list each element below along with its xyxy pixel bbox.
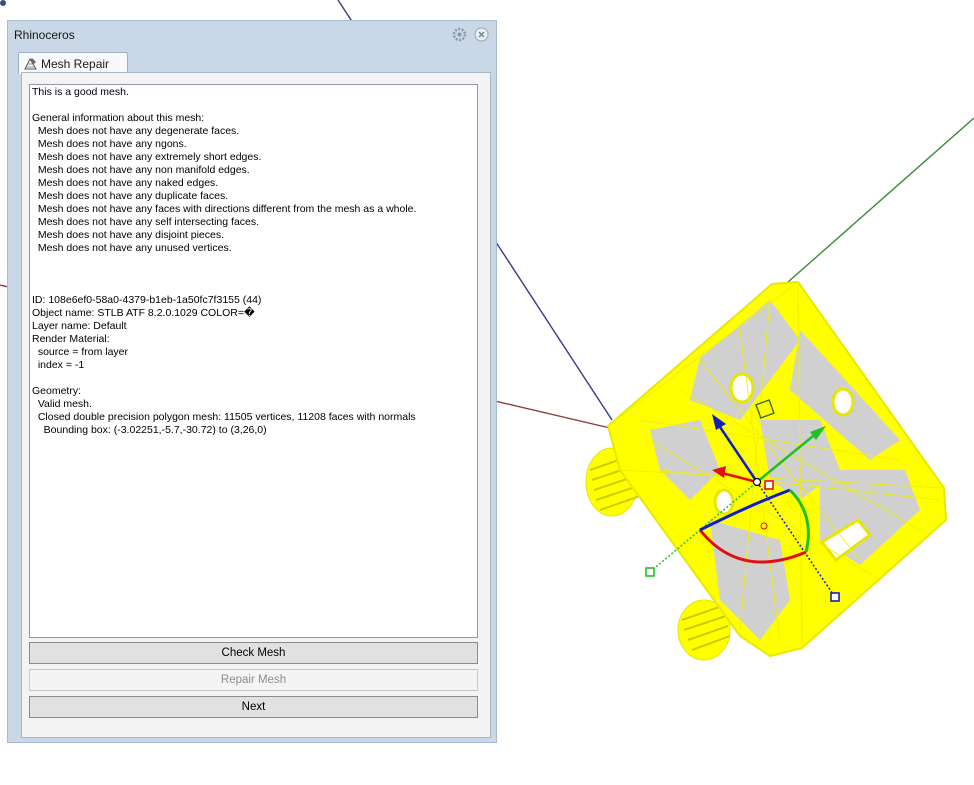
report-line: index = -1 bbox=[32, 359, 85, 371]
check-mesh-button[interactable]: Check Mesh bbox=[29, 642, 478, 664]
tab-label: Mesh Repair bbox=[41, 57, 110, 71]
report-line: This is a good mesh. bbox=[32, 86, 129, 98]
close-icon[interactable] bbox=[474, 27, 489, 42]
report-line: Mesh does not have any naked edges. bbox=[32, 177, 219, 189]
panel-content: This is a good mesh. General information … bbox=[21, 72, 491, 738]
report-line: Mesh does not have any self intersecting… bbox=[32, 216, 260, 228]
gumball-red-handle[interactable] bbox=[764, 480, 774, 490]
gumball-origin[interactable] bbox=[752, 477, 762, 487]
yellow-mesh-object[interactable] bbox=[585, 280, 948, 661]
report-line: Mesh does not have any ngons. bbox=[32, 138, 187, 150]
report-line: Bounding box: (-3.02251,-5.7,-30.72) to … bbox=[32, 424, 267, 436]
report-line bbox=[32, 99, 475, 112]
report-line: Mesh does not have any disjoint pieces. bbox=[32, 229, 225, 241]
report-line bbox=[32, 268, 475, 281]
gumball-blue-handle[interactable] bbox=[830, 592, 840, 602]
report-line bbox=[32, 372, 475, 385]
report-line: ID: 108e6ef0-58a0-4379-b1eb-1a50fc7f3155… bbox=[32, 294, 262, 306]
report-line bbox=[32, 255, 475, 268]
report-line: Geometry: bbox=[32, 385, 82, 397]
mesh-repair-icon bbox=[24, 57, 37, 70]
report-line: source = from layer bbox=[32, 346, 128, 358]
report-line: General information about this mesh: bbox=[32, 112, 205, 124]
report-line: Render Material: bbox=[32, 333, 110, 345]
gear-icon[interactable] bbox=[452, 27, 467, 42]
panel-title: Rhinoceros bbox=[14, 28, 75, 42]
report-line: Mesh does not have any degenerate faces. bbox=[32, 125, 240, 137]
mesh-report-textbox[interactable]: This is a good mesh. General information … bbox=[29, 84, 478, 638]
next-button[interactable]: Next bbox=[29, 696, 478, 718]
report-line: Closed double precision polygon mesh: 11… bbox=[32, 411, 416, 423]
gumball-green-handle[interactable] bbox=[645, 567, 655, 577]
report-line: Mesh does not have any faces with direct… bbox=[32, 203, 417, 215]
panel-title-bar[interactable]: Rhinoceros bbox=[8, 21, 496, 48]
report-line: Mesh does not have any extremely short e… bbox=[32, 151, 262, 163]
report-line: Mesh does not have any duplicate faces. bbox=[32, 190, 229, 202]
report-line: Mesh does not have any non manifold edge… bbox=[32, 164, 250, 176]
report-line: Mesh does not have any unused vertices. bbox=[32, 242, 232, 254]
mesh-repair-panel: Rhinoceros Mesh Repair This is a good me… bbox=[7, 20, 497, 743]
report-line: Object name: STLB ATF 8.2.0.1029 COLOR=� bbox=[32, 307, 255, 319]
repair-mesh-button[interactable]: Repair Mesh bbox=[29, 669, 478, 691]
report-line bbox=[32, 281, 475, 294]
report-line: Layer name: Default bbox=[32, 320, 127, 332]
world-axis-y-line bbox=[787, 117, 974, 283]
tab-mesh-repair[interactable]: Mesh Repair bbox=[18, 52, 128, 74]
report-line: Valid mesh. bbox=[32, 398, 92, 410]
viewport-corner-marker bbox=[0, 0, 6, 6]
